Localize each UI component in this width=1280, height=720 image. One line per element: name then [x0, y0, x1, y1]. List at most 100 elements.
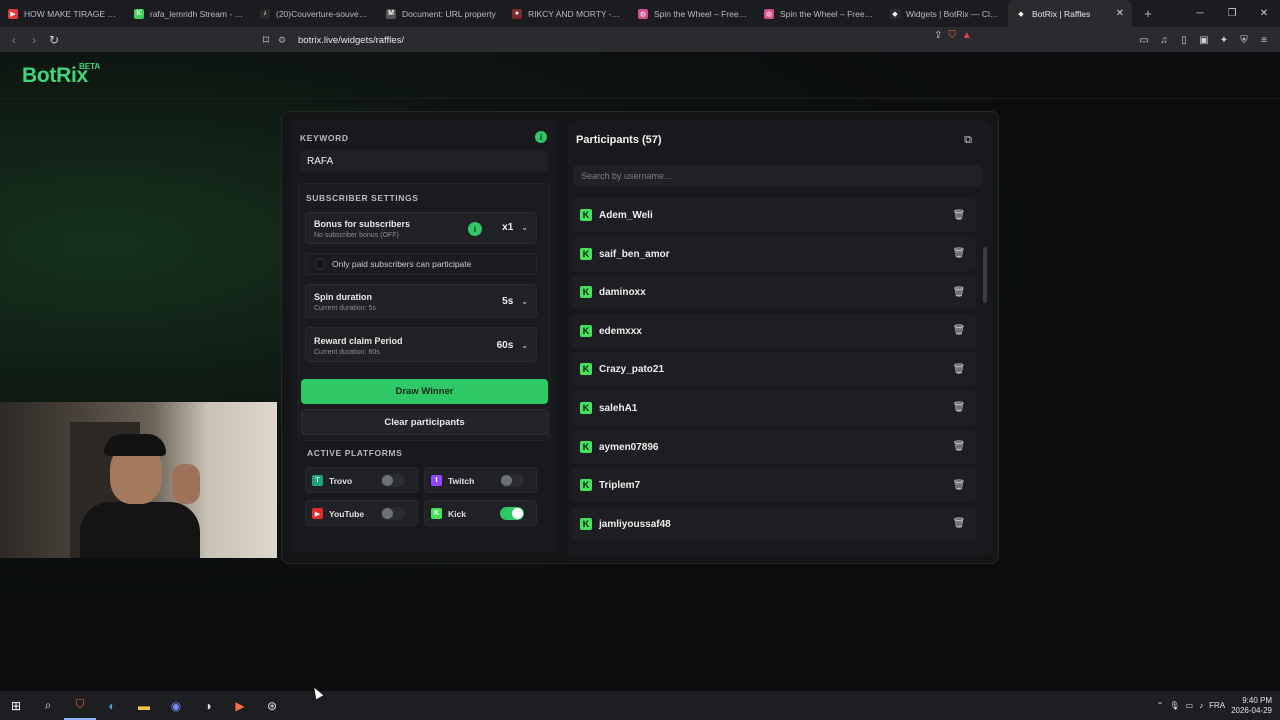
tab-title: HOW MAKE TIRAGE IN KI — [24, 8, 118, 19]
sidebar-icon[interactable]: ▭ — [1136, 32, 1152, 48]
network-icon[interactable]: ▭ — [1186, 701, 1194, 710]
url-field[interactable]: ⚙ botrix.live/widgets/raffles/ — [278, 30, 998, 50]
keyword-info-icon[interactable]: i — [535, 131, 547, 143]
bonus-info-icon[interactable]: i — [468, 222, 482, 236]
maximize-icon[interactable]: ❐ — [1216, 0, 1248, 27]
browser-tab[interactable]: ◆ Widgets | BotRix — Cloud — [882, 0, 1008, 27]
brave-taskbar-icon[interactable]: ⛉ — [64, 691, 96, 720]
media-icon[interactable]: ♫ — [1156, 32, 1172, 48]
delete-participant-icon[interactable]: 🗑︎ — [952, 247, 966, 261]
draw-winner-button[interactable]: Draw Winner — [301, 379, 548, 404]
participant-scrollbar[interactable] — [983, 247, 987, 303]
minimize-icon[interactable]: ─ — [1184, 0, 1216, 27]
delete-participant-icon[interactable]: 🗑︎ — [952, 324, 966, 338]
delete-participant-icon[interactable]: 🗑︎ — [952, 478, 966, 492]
participant-username: Triplem7 — [599, 480, 641, 492]
participant-row[interactable]: Kedemxxx 🗑︎ — [572, 313, 976, 348]
participant-row[interactable]: Kaymen07896 🗑︎ — [572, 429, 976, 464]
participant-row[interactable]: K Adem_Weli 🗑︎ — [572, 198, 976, 232]
delete-participant-icon[interactable]: 🗑︎ — [952, 517, 966, 531]
kick-icon: K — [580, 401, 592, 414]
search-icon[interactable]: ⌕ — [32, 691, 64, 720]
browser-tab[interactable]: Krafa_lemridh Stream - Wa — [126, 0, 252, 27]
share-icon[interactable]: ⇪ — [934, 30, 942, 41]
platform-toggle-trovo[interactable] — [381, 474, 405, 487]
back-icon[interactable]: ‹ — [4, 30, 24, 50]
clock-time: 9:40 PM — [1242, 695, 1272, 705]
delete-participant-icon[interactable]: 🗑︎ — [952, 285, 966, 299]
participant-row[interactable]: K Triplem7 🗑︎ — [572, 468, 976, 503]
brave-rewards-icon[interactable]: ▲ — [962, 30, 972, 41]
participant-username: daminoxx — [599, 287, 646, 299]
reading-list-icon[interactable]: ▯ — [1176, 32, 1192, 48]
file-explorer-icon[interactable]: ▬ — [128, 691, 160, 720]
spin-select[interactable]: 5s ⌄ — [502, 296, 528, 307]
platform-trovo: T Trovo — [305, 467, 418, 493]
extensions-icon[interactable]: ✦ — [1216, 32, 1232, 48]
brave-shield-icon[interactable]: ⛉ — [948, 30, 956, 41]
browser-tab[interactable]: ◍ Spin the Wheel – Free Wh — [630, 0, 756, 27]
forward-icon[interactable]: › — [24, 30, 44, 50]
delete-participant-icon[interactable]: 🗑︎ — [952, 362, 966, 376]
participant-username: edemxxx — [599, 325, 642, 337]
paid-only-checkbox[interactable] — [315, 259, 325, 269]
participant-row[interactable]: K Crazy_pato21 🗑︎ — [572, 352, 976, 387]
delete-participant-icon[interactable]: 🗑︎ — [952, 208, 966, 222]
participant-row[interactable]: Kdaminoxx 🗑︎ — [572, 275, 976, 310]
reload-icon[interactable]: ↻ — [44, 30, 64, 50]
microphone-icon[interactable]: 🎙︎ — [1169, 701, 1179, 710]
browser-tab[interactable]: M Document: URL property — [378, 0, 504, 27]
platform-toggle-kick[interactable] — [500, 507, 524, 520]
delete-participant-icon[interactable]: 🗑︎ — [952, 440, 966, 454]
bookmark-icon[interactable]: ⌑ — [256, 30, 276, 50]
copy-icon[interactable]: ⧉ — [961, 133, 975, 147]
webcam-person-hand — [172, 464, 200, 504]
browser-tab[interactable]: ◍ Spin the Wheel – Free Wh — [756, 0, 882, 27]
new-tab-button[interactable]: + — [1138, 4, 1158, 24]
tab-title: Spin the Wheel – Free Wh — [654, 8, 748, 19]
wallet-icon[interactable]: ▣ — [1196, 32, 1212, 48]
obs-taskbar-icon[interactable]: ◑ — [192, 691, 224, 720]
steam-taskbar-icon[interactable]: ⊛ — [256, 691, 288, 720]
vpn-icon[interactable]: ⛨ — [1236, 32, 1252, 48]
clear-participants-button[interactable]: Clear participants — [301, 409, 548, 435]
delete-participant-icon[interactable]: 🗑︎ — [952, 401, 966, 415]
clock[interactable]: 9:40 PM 2026-04-29 — [1231, 696, 1272, 716]
volume-icon[interactable]: ♪ — [1199, 701, 1203, 710]
browser-tab[interactable]: ◆ BotRix | Raffles ✕ — [1008, 0, 1132, 27]
site-info-icon[interactable]: ⚙ — [278, 35, 292, 46]
spin-title: Spin duration — [314, 292, 372, 302]
browser-tab[interactable]: ▶ HOW MAKE TIRAGE IN KI — [0, 0, 126, 27]
discord-taskbar-icon[interactable]: ◉ — [160, 691, 192, 720]
media-player-icon[interactable]: ▶ — [224, 691, 256, 720]
keyword-input[interactable]: RAFA — [300, 150, 548, 172]
menu-icon[interactable]: ≡ — [1256, 32, 1272, 48]
site-header: BotRix BETA — [0, 53, 1280, 99]
start-icon[interactable]: ⊞ — [0, 691, 32, 720]
participant-list[interactable]: K Adem_Weli 🗑︎ Ksaif_ben_amor 🗑︎ Kdaminoxx 🗑︎ K… — [572, 198, 976, 545]
edge-taskbar-icon[interactable]: ◐ — [96, 691, 128, 720]
participant-row[interactable]: Kjamliyoussaf48 🗑︎ — [572, 506, 976, 541]
tray-chevron-icon[interactable]: ⌃ — [1157, 701, 1164, 710]
tab-strip: ▶ HOW MAKE TIRAGE IN KI Krafa_lemridh Stre… — [0, 0, 1132, 27]
tab-favicon-icon: ◆ — [1016, 8, 1026, 19]
kick-icon: K — [580, 286, 592, 299]
kick-icon: K — [580, 479, 592, 492]
language-indicator[interactable]: FRA — [1209, 701, 1225, 710]
browser-tab[interactable]: ● RIKCY AND MORTY - Brav — [504, 0, 630, 27]
platform-name: Twitch — [448, 476, 475, 486]
participant-row[interactable]: Ksaif_ben_amor 🗑︎ — [572, 236, 976, 271]
tab-favicon-icon: ♪ — [260, 8, 270, 19]
participant-username: salehA1 — [599, 402, 638, 414]
trovo-icon: T — [312, 475, 323, 486]
botrix-logo[interactable]: BotRix — [22, 64, 88, 88]
browser-tab[interactable]: ♪ (20)Couverture-souvenir P — [252, 0, 378, 27]
platform-toggle-twitch[interactable] — [500, 474, 524, 487]
participant-row[interactable]: KsalehA1 🗑︎ — [572, 390, 976, 425]
close-window-icon[interactable]: ✕ — [1248, 0, 1280, 27]
bonus-select[interactable]: x1 ⌄ — [502, 222, 528, 233]
reward-select[interactable]: 60s ⌄ — [497, 340, 528, 351]
platform-toggle-youtube[interactable] — [381, 507, 405, 520]
participant-search-input[interactable]: Search by username... — [573, 165, 982, 186]
close-tab-icon[interactable]: ✕ — [1116, 8, 1124, 19]
